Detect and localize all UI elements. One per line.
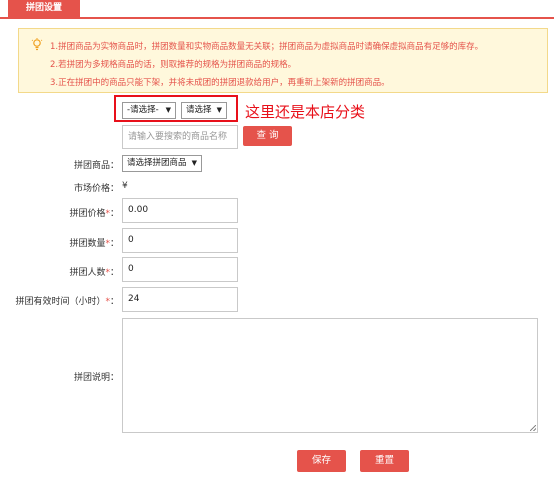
group-price-label: 拼团价格*： <box>10 206 119 219</box>
chevron-down-icon: ▼ <box>216 106 222 114</box>
annotation-text: 这里还是本店分类 <box>245 103 366 121</box>
search-input[interactable]: 请输入要搜索的商品名称 <box>122 125 238 149</box>
product-select[interactable]: 请选择拼团商品 ▼ <box>122 155 202 172</box>
valid-time-input[interactable]: 24 <box>122 287 238 312</box>
valid-time-label: 拼团有效时间（小时）*： <box>2 294 119 307</box>
notice-line-2: 2.若拼团为多规格商品的话，则取推荐的规格为拼团商品的规格。 <box>50 60 297 70</box>
market-price-label: 市场价格： <box>73 184 119 194</box>
label-colon: ： <box>109 209 119 219</box>
tab-bar: 拼团设置 <box>0 0 554 19</box>
group-people-label: 拼团人数*： <box>10 265 119 278</box>
category-select-2[interactable]: 请选择 ▼ <box>181 102 227 119</box>
group-price-label-text: 拼团价格 <box>69 209 106 219</box>
group-qty-input[interactable]: 0 <box>122 228 238 253</box>
reset-button[interactable]: 重置 <box>360 450 409 472</box>
group-people-label-text: 拼团人数 <box>69 268 106 278</box>
notice-line-3: 3.正在拼团中的商品只能下架，并将未成团的拼团退款给用户，再重新上架新的拼团商品… <box>50 78 390 88</box>
product-select-value: 请选择拼团商品 <box>127 158 187 168</box>
label-colon: ： <box>109 268 119 278</box>
lightbulb-icon <box>31 38 43 51</box>
group-price-input[interactable]: 0.00 <box>122 198 238 223</box>
category-select-2-value: 请选择 <box>186 105 212 115</box>
label-colon: ： <box>109 297 119 307</box>
market-price-value: ¥ <box>122 181 128 191</box>
search-button[interactable]: 查 询 <box>243 126 292 146</box>
valid-time-label-text: 拼团有效时间（小时） <box>15 297 106 307</box>
group-qty-label: 拼团数量*： <box>10 236 119 249</box>
label-colon: ： <box>109 239 119 249</box>
notice-box: 1.拼团商品为实物商品时，拼团数量和实物商品数量无关联；拼团商品为虚拟商品时请确… <box>18 28 548 93</box>
description-label: 拼团说明： <box>73 373 119 383</box>
group-people-input[interactable]: 0 <box>122 257 238 282</box>
save-button[interactable]: 保存 <box>297 450 346 472</box>
description-textarea[interactable] <box>122 318 538 433</box>
tab-group-settings[interactable]: 拼团设置 <box>8 0 80 17</box>
category-select-1[interactable]: -请选择- ▼ <box>122 102 176 119</box>
category-select-1-value: -请选择- <box>127 105 159 115</box>
resize-handle-icon[interactable] <box>530 425 536 431</box>
chevron-down-icon: ▼ <box>165 106 171 114</box>
chevron-down-icon: ▼ <box>191 159 197 167</box>
notice-line-1: 1.拼团商品为实物商品时，拼团数量和实物商品数量无关联；拼团商品为虚拟商品时请确… <box>50 42 484 52</box>
product-label: 拼团商品： <box>73 161 119 171</box>
group-qty-label-text: 拼团数量 <box>69 239 106 249</box>
